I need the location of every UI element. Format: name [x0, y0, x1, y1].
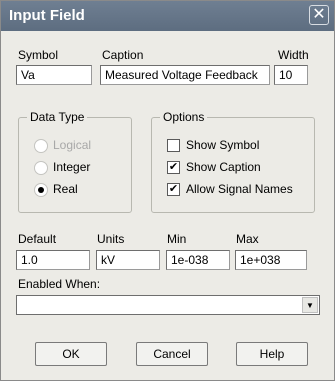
units-label: Units: [97, 232, 125, 246]
enabled-when-select[interactable]: ▼: [16, 295, 320, 315]
title-bar: Input Field ✕: [1, 1, 334, 31]
default-input[interactable]: 1.0: [16, 250, 90, 270]
help-button[interactable]: Help: [236, 342, 308, 366]
width-input[interactable]: 10: [274, 65, 308, 85]
radio-logical-label: Logical: [53, 138, 92, 152]
options-legend: Options: [160, 110, 208, 124]
units-input[interactable]: kV: [96, 250, 160, 270]
symbol-input[interactable]: Va: [16, 65, 92, 85]
ok-button[interactable]: OK: [35, 342, 107, 366]
radio-integer[interactable]: [34, 161, 48, 175]
radio-selected-dot: [38, 187, 44, 193]
show-symbol-checkbox[interactable]: [167, 139, 180, 152]
radio-integer-label: Integer: [53, 160, 91, 174]
caption-label: Caption: [102, 48, 144, 62]
dialog-title: Input Field: [9, 7, 85, 24]
close-icon: ✕: [312, 6, 326, 23]
allow-signal-names-label: Allow Signal Names: [186, 182, 293, 196]
checkmark-icon: ✔: [168, 161, 179, 173]
show-caption-checkbox[interactable]: ✔: [167, 161, 180, 174]
close-button[interactable]: ✕: [309, 5, 329, 25]
input-field-dialog: Input Field ✕ Symbol Caption Width Va Me…: [0, 0, 335, 381]
dropdown-button[interactable]: ▼: [302, 297, 318, 313]
width-label: Width: [278, 48, 309, 62]
show-symbol-label: Show Symbol: [186, 138, 260, 152]
max-label: Max: [236, 232, 259, 246]
min-input[interactable]: 1e-038: [166, 250, 230, 270]
checkmark-icon: ✔: [168, 183, 179, 195]
radio-real[interactable]: [34, 183, 48, 197]
allow-signal-names-checkbox[interactable]: ✔: [167, 183, 180, 196]
symbol-label: Symbol: [18, 48, 59, 62]
max-input[interactable]: 1e+038: [235, 250, 307, 270]
radio-real-label: Real: [53, 182, 78, 196]
data-type-legend: Data Type: [27, 110, 88, 124]
radio-logical[interactable]: [34, 139, 48, 153]
min-label: Min: [167, 232, 187, 246]
default-label: Default: [18, 232, 57, 246]
cancel-button[interactable]: Cancel: [136, 342, 208, 366]
caption-input[interactable]: Measured Voltage Feedback: [100, 65, 270, 85]
enabled-when-label: Enabled When:: [18, 277, 101, 291]
chevron-down-icon: ▼: [306, 301, 314, 310]
show-caption-label: Show Caption: [186, 160, 261, 174]
